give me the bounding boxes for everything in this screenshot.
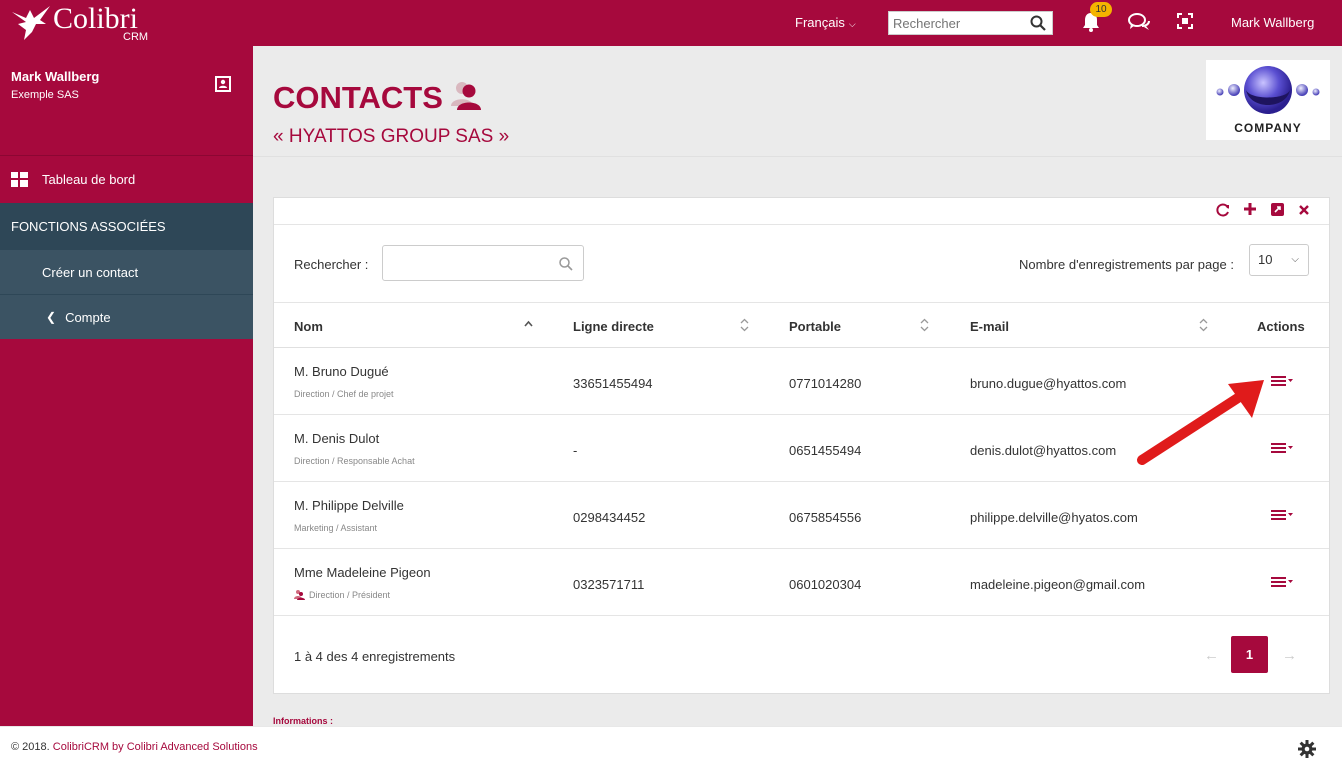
table-header: Nom Ligne directe Portable E-mail Action…: [274, 302, 1329, 348]
contact-phone: 0323571711: [573, 577, 645, 592]
table-row[interactable]: M. Philippe Delville Marketing / Assista…: [274, 482, 1329, 549]
column-header-email[interactable]: E-mail: [970, 319, 1009, 334]
table-row[interactable]: Mme Madeleine Pigeon Direction / Préside…: [274, 549, 1329, 616]
chevron-down-icon: ⌵: [1291, 254, 1299, 265]
fullscreen-icon[interactable]: [1177, 13, 1193, 29]
sidebar-user-name: Mark Wallberg: [11, 69, 100, 84]
footer-bar: © 2018. ColibriCRM by Colibri Advanced S…: [0, 726, 1342, 766]
company-logo-text: COMPANY: [1234, 121, 1301, 135]
table-info: 1 à 4 des 4 enregistrements: [294, 649, 456, 664]
search-icon: [559, 257, 573, 271]
per-page-select[interactable]: 10 ⌵: [1249, 244, 1309, 276]
contact-role: Direction / Président: [309, 590, 391, 600]
primary-contact-icon: [294, 590, 305, 600]
sort-asc-icon[interactable]: [524, 318, 533, 330]
panel-toolbar: [274, 198, 1329, 225]
contact-phone: -: [573, 443, 578, 458]
sidebar-item-label: Compte: [65, 309, 111, 325]
contact-role: Direction / Chef de projet: [294, 389, 394, 399]
contact-name[interactable]: Mme Madeleine Pigeon: [294, 565, 431, 580]
brand-logo[interactable]: Colibri CRM: [10, 2, 160, 44]
add-icon[interactable]: [1244, 203, 1256, 215]
pagination-current-page[interactable]: 1: [1231, 636, 1268, 673]
contact-role: Direction / Responsable Achat: [294, 456, 415, 466]
gear-icon[interactable]: [1298, 740, 1316, 758]
per-page-label: Nombre d'enregistrements par page :: [1019, 257, 1234, 272]
sidebar-item-account[interactable]: ❮ Compte: [0, 294, 253, 339]
sidebar-section-label: FONCTIONS ASSOCIÉES: [11, 218, 166, 234]
notification-badge: 10: [1090, 2, 1112, 17]
language-label: Français: [795, 15, 845, 30]
contact-role: Marketing / Assistant: [294, 523, 378, 533]
column-header-name[interactable]: Nom: [294, 319, 323, 334]
top-bar: Colibri CRM Français⌵ 10 Mark Wallberg: [0, 0, 1342, 46]
copyright: © 2018. ColibriCRM by Colibri Advanced S…: [11, 741, 258, 753]
chevron-left-icon: ❮: [46, 310, 57, 324]
table-search-input[interactable]: [383, 246, 553, 280]
chevron-down-icon: ⌵: [848, 19, 856, 29]
sidebar-section-header: FONCTIONS ASSOCIÉES: [0, 203, 253, 249]
sidebar-item-label: Créer un contact: [42, 264, 139, 280]
contact-card-icon[interactable]: [215, 76, 231, 92]
brand-sub: CRM: [123, 31, 149, 43]
top-search-input[interactable]: [889, 12, 1025, 34]
sort-icon[interactable]: [740, 318, 749, 332]
sidebar-user-company: Exemple SAS: [11, 89, 79, 101]
dashboard-grid-icon: [11, 172, 28, 187]
contact-mobile: 0601020304: [789, 577, 862, 592]
contact-mobile: 0675854556: [789, 510, 862, 525]
contact-phone: 0298434452: [573, 510, 646, 525]
table-search-label: Rechercher :: [294, 257, 369, 272]
pagination-prev[interactable]: ←: [1204, 647, 1219, 664]
contact-phone: 33651455494: [573, 376, 653, 391]
search-icon[interactable]: [1030, 15, 1046, 31]
sort-icon[interactable]: [1199, 318, 1208, 332]
contact-email[interactable]: denis.dulot@hyattos.com: [970, 443, 1116, 458]
column-header-actions: Actions: [1257, 319, 1305, 334]
column-header-mobile[interactable]: Portable: [789, 319, 841, 334]
table-search: [382, 245, 584, 281]
contact-name[interactable]: M. Denis Dulot: [294, 431, 379, 446]
sidebar-item-create-contact[interactable]: Créer un contact: [0, 249, 253, 294]
expand-panel-icon[interactable]: [1271, 203, 1284, 216]
hummingbird-icon: [12, 6, 50, 40]
per-page-value: 10: [1258, 252, 1273, 267]
top-search: [888, 11, 1053, 35]
contact-mobile: 0651455494: [789, 443, 862, 458]
page-title: CONTACTS: [273, 80, 443, 115]
copyright-prefix: © 2018.: [11, 741, 50, 753]
contact-email[interactable]: bruno.dugue@hyattos.com: [970, 376, 1126, 391]
actions-menu-icon[interactable]: [1271, 576, 1295, 588]
sidebar: Mark Wallberg Exemple SAS Tableau de bor…: [0, 46, 253, 726]
info-label: Informations :: [273, 716, 333, 726]
contact-email[interactable]: madeleine.pigeon@gmail.com: [970, 577, 1145, 592]
contacts-icon: [451, 82, 481, 110]
actions-menu-icon[interactable]: [1271, 509, 1295, 521]
close-icon[interactable]: [1299, 205, 1309, 215]
column-header-phone[interactable]: Ligne directe: [573, 319, 654, 334]
copyright-brand[interactable]: ColibriCRM by Colibri Advanced Solutions: [53, 741, 258, 753]
chat-icon[interactable]: [1128, 12, 1150, 32]
pagination-next[interactable]: →: [1282, 647, 1297, 664]
annotation-arrow-icon: [1137, 380, 1264, 465]
contact-mobile: 0771014280: [789, 376, 862, 391]
content-header: CONTACTS « HYATTOS GROUP SAS » COMPANY: [253, 46, 1342, 157]
sidebar-item-dashboard[interactable]: Tableau de bord: [0, 156, 253, 202]
contact-email[interactable]: philippe.delville@hyatos.com: [970, 510, 1138, 525]
company-logo: COMPANY: [1206, 60, 1330, 140]
user-menu[interactable]: Mark Wallberg: [1231, 15, 1314, 30]
page-subtitle: « HYATTOS GROUP SAS »: [273, 126, 510, 147]
refresh-icon[interactable]: [1216, 203, 1230, 217]
company-logo-image: COMPANY: [1216, 66, 1320, 135]
contact-name[interactable]: M. Bruno Dugué: [294, 364, 389, 379]
language-selector[interactable]: Français ⌵: [795, 15, 856, 30]
contact-name[interactable]: M. Philippe Delville: [294, 498, 404, 513]
sidebar-user-block: Mark Wallberg Exemple SAS: [0, 46, 253, 156]
sort-icon[interactable]: [920, 318, 929, 332]
sidebar-item-label: Tableau de bord: [42, 171, 136, 187]
